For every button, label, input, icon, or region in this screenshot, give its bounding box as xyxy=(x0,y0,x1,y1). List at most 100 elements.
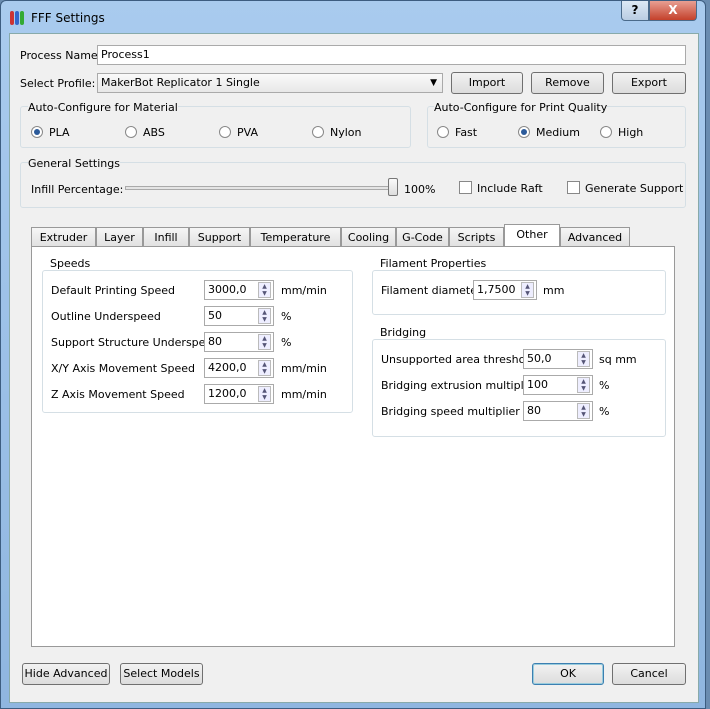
material-group-title: Auto-Configure for Material xyxy=(28,101,178,114)
hide-advanced-button[interactable]: Hide Advanced xyxy=(22,663,110,685)
profile-value: MakerBot Replicator 1 Single xyxy=(101,76,260,89)
radio-pva[interactable] xyxy=(219,126,231,138)
radio-fast[interactable] xyxy=(437,126,449,138)
radio-pla[interactable] xyxy=(31,126,43,138)
generate-support-label: Generate Support xyxy=(585,182,684,195)
speeds-row-unit: % xyxy=(281,336,292,349)
speeds-row-input[interactable]: 4200,0 ▲ ▼ xyxy=(204,358,274,378)
include-raft-checkbox[interactable] xyxy=(459,181,472,194)
speeds-row-input[interactable]: 50 ▲ ▼ xyxy=(204,306,274,326)
window-title: FFF Settings xyxy=(31,11,105,25)
process-name-label: Process Name: xyxy=(20,49,102,62)
dialog-body: Process Name: Process1 Select Profile: M… xyxy=(9,33,699,703)
infill-slider-handle[interactable] xyxy=(388,178,398,196)
tab-gcode[interactable]: G-Code xyxy=(396,227,449,247)
bridging-row-value: 80 xyxy=(527,404,541,417)
speeds-row-value: 4200,0 xyxy=(208,361,247,374)
settings-tabs: Extruder Layer Infill Support Temperature Coo… xyxy=(31,224,671,248)
chevron-down-icon: ▼ xyxy=(430,78,437,88)
radio-abs[interactable] xyxy=(125,126,137,138)
select-models-button[interactable]: Select Models xyxy=(120,663,203,685)
bridging-row-input[interactable]: 80 ▲ ▼ xyxy=(523,401,593,421)
radio-nylon[interactable] xyxy=(312,126,324,138)
bridging-row-value: 50,0 xyxy=(527,352,552,365)
radio-high-label: High xyxy=(618,126,644,139)
tab-extruder[interactable]: Extruder xyxy=(31,227,96,247)
speeds-row-value: 1200,0 xyxy=(208,387,247,400)
speeds-row-label: Support Structure Underspeed xyxy=(51,336,220,349)
bridging-row-label: Bridging extrusion multiplier xyxy=(381,379,538,392)
radio-pva-label: PVA xyxy=(237,126,258,139)
speeds-row-label: Z Axis Movement Speed xyxy=(51,388,185,401)
tab-scripts[interactable]: Scripts xyxy=(449,227,504,247)
speeds-row-input[interactable]: 80 ▲ ▼ xyxy=(204,332,274,352)
tab-layer[interactable]: Layer xyxy=(96,227,143,247)
tab-cooling[interactable]: Cooling xyxy=(341,227,396,247)
spin-arrows-icon[interactable]: ▲ ▼ xyxy=(577,351,590,367)
speeds-row-unit: mm/min xyxy=(281,388,327,401)
speeds-row-input[interactable]: 1200,0 ▲ ▼ xyxy=(204,384,274,404)
radio-pla-label: PLA xyxy=(49,126,70,139)
close-button[interactable]: X xyxy=(649,1,697,21)
speeds-row-label: X/Y Axis Movement Speed xyxy=(51,362,196,375)
spin-arrows-icon[interactable]: ▲ ▼ xyxy=(258,308,271,324)
spin-arrows-icon[interactable]: ▲ ▼ xyxy=(521,282,534,298)
app-icon xyxy=(10,11,24,25)
process-name-input[interactable]: Process1 xyxy=(97,45,686,65)
remove-button[interactable]: Remove xyxy=(531,72,604,94)
tab-infill[interactable]: Infill xyxy=(143,227,189,247)
tab-temperature[interactable]: Temperature xyxy=(250,227,341,247)
tab-other[interactable]: Other xyxy=(504,224,560,248)
fff-settings-window: FFF Settings ? X Process Name: Process1 … xyxy=(0,0,706,709)
tab-support[interactable]: Support xyxy=(189,227,250,247)
speeds-row-unit: mm/min xyxy=(281,284,327,297)
filament-title: Filament Properties xyxy=(378,257,489,270)
speeds-row-label: Outline Underspeed xyxy=(51,310,161,323)
infill-slider-track[interactable] xyxy=(125,186,395,190)
filament-diameter-unit: mm xyxy=(543,284,565,297)
bridging-row-unit: sq mm xyxy=(599,353,637,366)
bridging-row-label: Unsupported area threshold xyxy=(381,353,536,366)
help-button[interactable]: ? xyxy=(621,1,649,21)
infill-value: 100% xyxy=(404,183,436,196)
spin-arrows-icon[interactable]: ▲ ▼ xyxy=(258,360,271,376)
infill-label: Infill Percentage: xyxy=(31,183,124,196)
profile-select[interactable]: MakerBot Replicator 1 Single ▼ xyxy=(97,73,443,93)
spin-arrows-icon[interactable]: ▲ ▼ xyxy=(258,386,271,402)
cancel-button[interactable]: Cancel xyxy=(612,663,686,685)
select-profile-label: Select Profile: xyxy=(20,77,96,90)
speeds-title: Speeds xyxy=(48,257,93,270)
filament-diameter-value: 1,7500 xyxy=(477,283,516,296)
spin-arrows-icon[interactable]: ▲ ▼ xyxy=(577,403,590,419)
import-button[interactable]: Import xyxy=(451,72,523,94)
export-button[interactable]: Export xyxy=(612,72,686,94)
radio-abs-label: ABS xyxy=(143,126,165,139)
generate-support-checkbox[interactable] xyxy=(567,181,580,194)
bridging-row-value: 100 xyxy=(527,378,548,391)
radio-medium[interactable] xyxy=(518,126,530,138)
speeds-row-value: 80 xyxy=(208,335,222,348)
bridging-row-input[interactable]: 50,0 ▲ ▼ xyxy=(523,349,593,369)
speeds-row-unit: mm/min xyxy=(281,362,327,375)
spin-arrows-icon[interactable]: ▲ ▼ xyxy=(258,282,271,298)
speeds-row-value: 50 xyxy=(208,309,222,322)
quality-group-title: Auto-Configure for Print Quality xyxy=(434,101,608,114)
filament-diameter-input[interactable]: 1,7500 ▲ ▼ xyxy=(473,280,537,300)
speeds-row-input[interactable]: 3000,0 ▲ ▼ xyxy=(204,280,274,300)
tab-panel-other: Speeds Default Printing Speed 3000,0 ▲ ▼ m… xyxy=(31,246,675,647)
spin-arrows-icon[interactable]: ▲ ▼ xyxy=(577,377,590,393)
speeds-row-value: 3000,0 xyxy=(208,283,247,296)
bridging-row-unit: % xyxy=(599,405,610,418)
general-settings-title: General Settings xyxy=(28,157,120,170)
radio-fast-label: Fast xyxy=(455,126,478,139)
ok-button[interactable]: OK xyxy=(532,663,604,685)
radio-medium-label: Medium xyxy=(536,126,580,139)
radio-high[interactable] xyxy=(600,126,612,138)
bridging-row-input[interactable]: 100 ▲ ▼ xyxy=(523,375,593,395)
tab-advanced[interactable]: Advanced xyxy=(560,227,630,247)
include-raft-label: Include Raft xyxy=(477,182,543,195)
spin-arrows-icon[interactable]: ▲ ▼ xyxy=(258,334,271,350)
speeds-row-label: Default Printing Speed xyxy=(51,284,175,297)
bridging-row-label: Bridging speed multiplier xyxy=(381,405,520,418)
bridging-row-unit: % xyxy=(599,379,610,392)
